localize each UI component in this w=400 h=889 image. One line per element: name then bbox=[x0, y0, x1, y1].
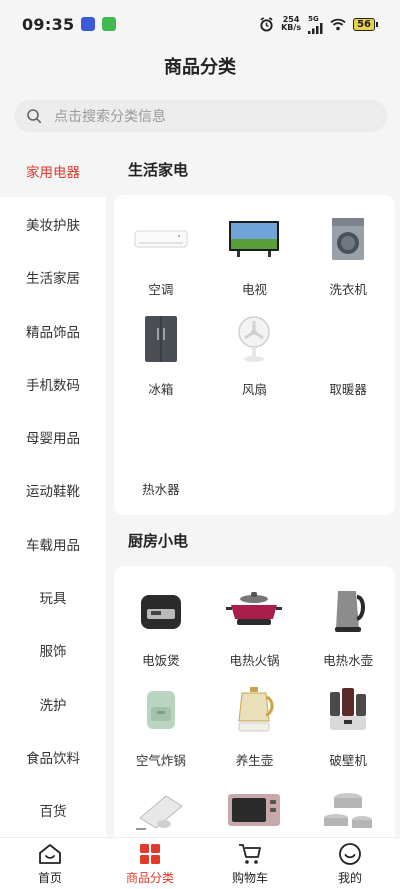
product-category-item[interactable]: 空气炸锅 bbox=[114, 680, 208, 780]
wifi-icon bbox=[330, 18, 346, 30]
sidebar-item-food[interactable]: 食品饮料 bbox=[0, 730, 106, 783]
fridge-icon bbox=[131, 311, 191, 367]
product-category-item[interactable]: 热水器 bbox=[114, 409, 208, 509]
category-content: 生活家电 空调 电视 洗衣机 冰箱 风扇 取暖器 热水器 厨房小电 电饭煲 电热… bbox=[114, 144, 395, 837]
washing-machine-icon bbox=[318, 211, 378, 267]
battery-icon: 56 bbox=[353, 17, 378, 31]
search-bar[interactable]: 点击搜索分类信息 bbox=[14, 100, 387, 132]
tv-icon bbox=[224, 211, 284, 267]
kettle-icon bbox=[318, 582, 378, 638]
sidebar-item-home[interactable]: 生活家居 bbox=[0, 251, 106, 304]
tab-home[interactable]: 首页 bbox=[0, 838, 100, 889]
sidebar-item-accessories[interactable]: 精品饰品 bbox=[0, 304, 106, 357]
tab-profile[interactable]: 我的 bbox=[300, 838, 400, 889]
hotpot-icon bbox=[224, 582, 284, 638]
section-title: 生活家电 bbox=[128, 161, 189, 179]
product-category-item[interactable]: 洗衣机 bbox=[301, 209, 395, 309]
cart-icon bbox=[239, 844, 261, 864]
air-fryer-icon bbox=[131, 682, 191, 738]
status-indicators: 254 KB/s 5G 56 bbox=[259, 15, 378, 34]
product-category-item[interactable] bbox=[114, 780, 208, 837]
category-sidebar: 家用电器 美妆护肤 生活家居 精品饰品 手机数码 母婴用品 运动鞋靴 车载用品 … bbox=[0, 144, 106, 837]
product-category-item[interactable] bbox=[301, 780, 395, 837]
home-icon bbox=[39, 844, 61, 864]
sidebar-item-toys[interactable]: 玩具 bbox=[0, 570, 106, 623]
product-category-item[interactable]: 风扇 bbox=[208, 309, 302, 409]
product-category-item[interactable]: 电热火锅 bbox=[208, 580, 302, 680]
alarm-icon bbox=[260, 16, 273, 32]
network-speed: 254 KB/s bbox=[281, 16, 301, 32]
sidebar-item-appliances[interactable]: 家用电器 bbox=[0, 144, 106, 198]
product-category-item[interactable]: 电视 bbox=[208, 209, 302, 309]
product-category-item[interactable]: 冰箱 bbox=[114, 309, 208, 409]
fan-icon bbox=[224, 311, 284, 367]
search-input[interactable]: 点击搜索分类信息 bbox=[54, 106, 166, 126]
sidebar-item-general[interactable]: 百货 bbox=[0, 784, 106, 837]
sidebar-item-clothing[interactable]: 服饰 bbox=[0, 624, 106, 677]
product-category-item[interactable]: 破壁机 bbox=[301, 680, 395, 780]
product-category-item[interactable] bbox=[208, 780, 302, 837]
oven-icon bbox=[224, 782, 284, 837]
bottom-tab-bar: 首页 商品分类 购物车 我的 bbox=[0, 837, 400, 889]
tab-cart[interactable]: 购物车 bbox=[200, 838, 300, 889]
tab-category[interactable]: 商品分类 bbox=[100, 838, 200, 889]
rice-cooker-icon bbox=[131, 582, 191, 638]
sidebar-item-sports[interactable]: 运动鞋靴 bbox=[0, 464, 106, 517]
product-category-item[interactable]: 空调 bbox=[114, 209, 208, 309]
cookware-icon bbox=[318, 782, 378, 837]
air-conditioner-icon bbox=[131, 211, 191, 267]
notification-app-icon bbox=[81, 17, 96, 31]
signal-icon bbox=[308, 22, 323, 34]
product-category-item[interactable]: 养生壶 bbox=[208, 680, 302, 780]
battery-level: 56 bbox=[353, 17, 375, 31]
blender-icon bbox=[318, 682, 378, 738]
induction-cooker-icon bbox=[131, 782, 191, 837]
page-title: 商品分类 bbox=[164, 57, 236, 78]
sidebar-item-baby[interactable]: 母婴用品 bbox=[0, 410, 106, 463]
category-icon bbox=[140, 844, 160, 864]
network-type: 5G bbox=[308, 15, 323, 34]
sidebar-item-car[interactable]: 车载用品 bbox=[0, 517, 106, 570]
sidebar-item-digital[interactable]: 手机数码 bbox=[0, 357, 106, 410]
status-bar: 09:35 254 KB/s 5G 56 bbox=[0, 0, 400, 48]
profile-icon bbox=[339, 843, 361, 865]
section-title: 厨房小电 bbox=[128, 532, 189, 550]
sidebar-item-personal-care[interactable]: 洗护 bbox=[0, 677, 106, 730]
status-time: 09:35 bbox=[22, 14, 75, 34]
speed-unit: KB/s bbox=[281, 23, 302, 32]
product-category-item[interactable]: 电热水壶 bbox=[301, 580, 395, 680]
product-category-item[interactable]: 取暖器 bbox=[301, 309, 395, 409]
product-category-item[interactable]: 电饭煲 bbox=[114, 580, 208, 680]
section-card: 空调 电视 洗衣机 冰箱 风扇 取暖器 热水器 bbox=[114, 195, 395, 515]
notification-app-icon bbox=[102, 17, 117, 31]
sidebar-item-beauty[interactable]: 美妆护肤 bbox=[0, 197, 106, 250]
section-card: 电饭煲 电热火锅 电热水壶 空气炸锅 养生壶 破壁机 bbox=[114, 566, 395, 837]
search-icon bbox=[27, 109, 42, 124]
health-pot-icon bbox=[224, 682, 284, 738]
